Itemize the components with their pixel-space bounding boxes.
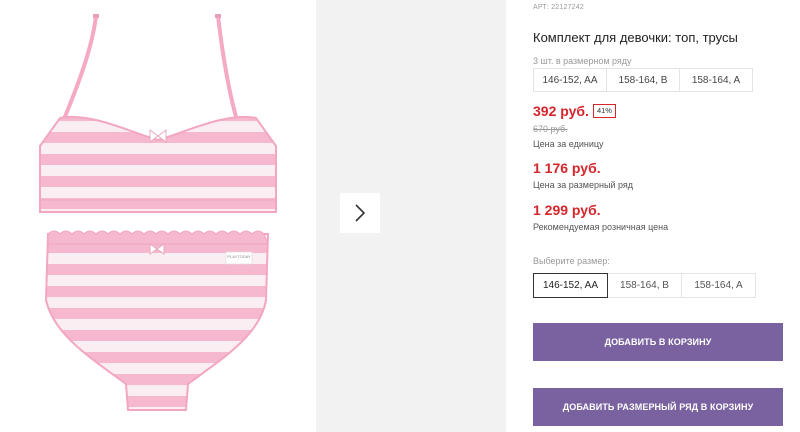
old-price: 670 руб. [533, 124, 568, 134]
article-number: АРТ: 22127242 [533, 4, 584, 11]
size-row-label: 3 шт. в размерном ряду [533, 56, 632, 66]
discount-badge: 41% [592, 104, 616, 118]
product-image: PLAYTODAY [0, 0, 316, 432]
choose-size-label: Выберите размер: [533, 256, 610, 266]
size-option-158-164-a[interactable]: 158-164, A [681, 273, 756, 298]
unit-price: 392 руб. [533, 103, 589, 119]
size-row-item: 146-152, AA [533, 68, 607, 92]
retail-price-label: Рекомендуемая розничная цена [533, 222, 669, 232]
unit-price-label: Цена за единицу [533, 139, 604, 149]
size-row-item: 158-164, A [679, 68, 753, 92]
unit-price-block: 392 руб. 41% [533, 103, 616, 119]
size-option-158-164-b[interactable]: 158-164, B [607, 273, 682, 298]
row-price-label: Цена за размерный ряд [533, 180, 634, 190]
size-selector: 146-152, AA 158-164, B 158-164, A [533, 273, 756, 298]
size-row-item: 158-164, B [606, 68, 680, 92]
gallery-side-panel [316, 0, 506, 432]
size-option-146-152-aa[interactable]: 146-152, AA [533, 273, 608, 298]
chevron-right-icon [355, 204, 366, 222]
add-to-cart-button[interactable]: ДОБАВИТЬ В КОРЗИНУ [533, 323, 783, 361]
product-tag-text: PLAYTODAY [227, 254, 251, 259]
gallery-next-button[interactable] [340, 193, 380, 233]
add-size-row-to-cart-button[interactable]: ДОБАВИТЬ РАЗМЕРНЫЙ РЯД В КОРЗИНУ [533, 388, 783, 426]
size-row-list: 146-152, AA 158-164, B 158-164, A [533, 68, 753, 92]
row-price: 1 176 руб. [533, 160, 601, 176]
product-title: Комплект для девочки: топ, трусы [533, 30, 738, 45]
retail-price: 1 299 руб. [533, 202, 601, 218]
